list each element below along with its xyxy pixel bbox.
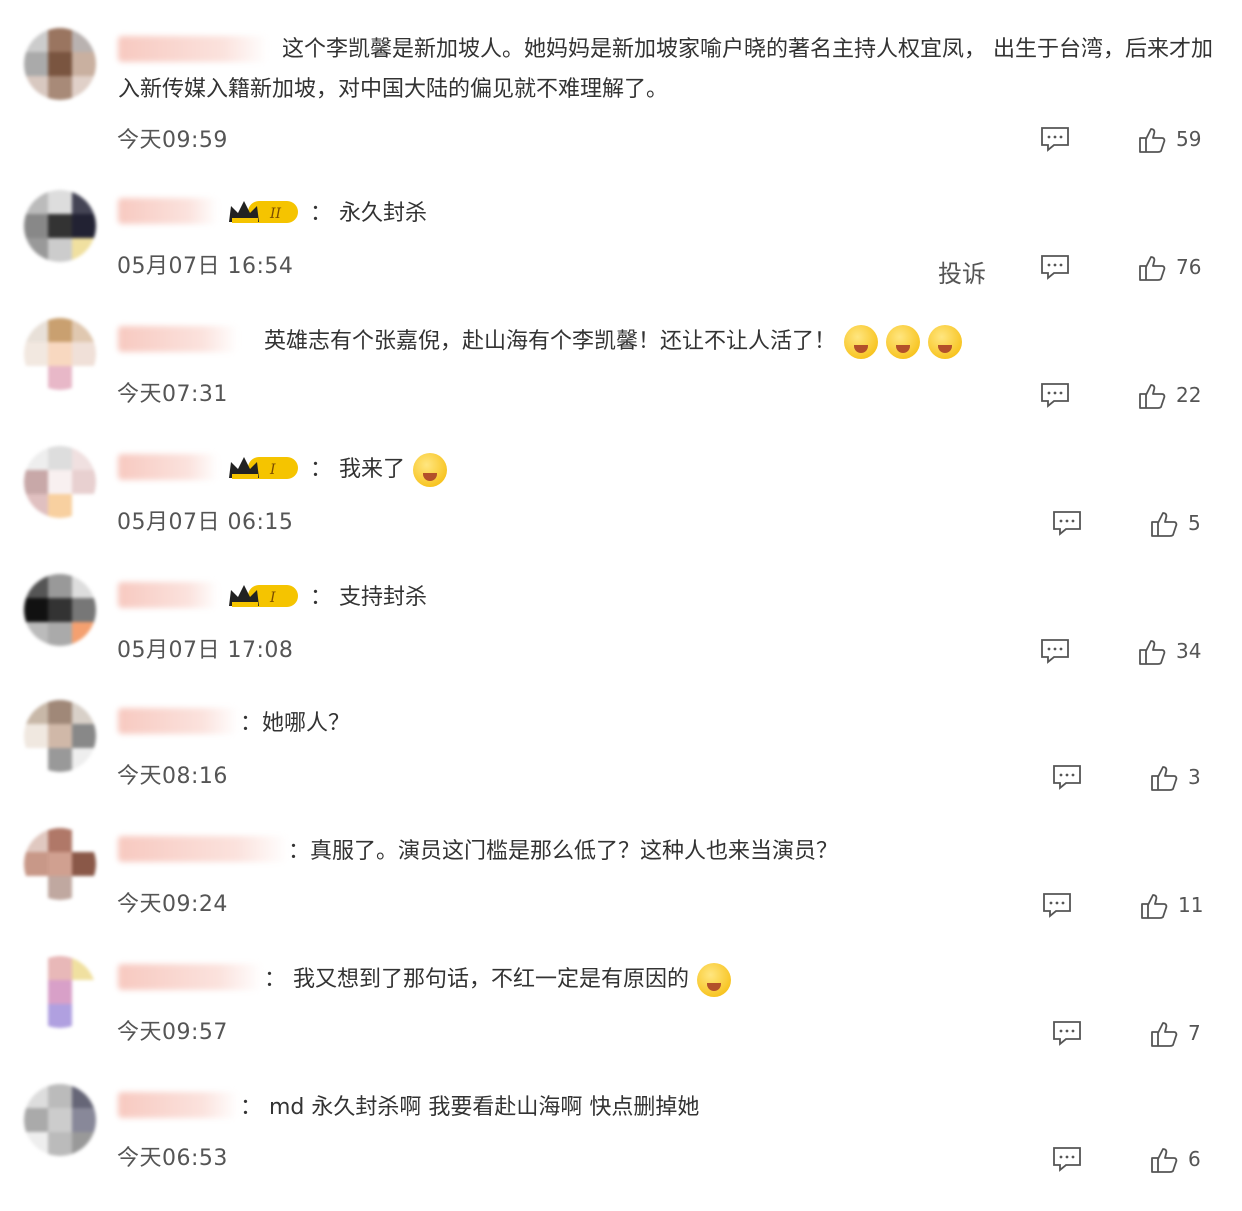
comment-item: ： md 永久封杀啊 我要看赴山海啊 快点删掉她 今天06:53 6 (0, 1084, 1242, 1211)
comment-text: ： 我来了 (310, 450, 447, 490)
comment-icon[interactable] (1052, 1020, 1082, 1046)
like-button[interactable]: 3 (1150, 764, 1240, 792)
comment-text-content: 英雄志有个张嘉倪，赴山海有个李凯馨！还让不让人活了！ (264, 329, 837, 354)
avatar[interactable] (24, 956, 96, 1028)
comment-icon[interactable] (1052, 764, 1082, 790)
comment-time: 05月07日 17:08 (117, 638, 294, 663)
thumbs-up-icon (1139, 640, 1166, 665)
avatar[interactable] (24, 1084, 96, 1156)
comment-item: ：她哪人？ 今天08:16 3 (0, 700, 1242, 827)
username-blurred[interactable] (118, 326, 238, 352)
crying-face-icon (886, 325, 921, 359)
thumbs-up-icon (1151, 766, 1178, 791)
like-count: 6 (1188, 1147, 1201, 1171)
avatar[interactable] (24, 446, 96, 518)
comment-time: 今天07:31 (117, 382, 228, 407)
comment-text: 这个李凯馨是新加坡人。她妈妈是新加坡家喻户晓的著名主持人权宜凤， 出生于台湾，后… (118, 37, 1213, 102)
crying-face-icon (928, 325, 963, 359)
like-count: 3 (1188, 765, 1201, 789)
username-blurred[interactable] (118, 964, 262, 990)
avatar[interactable] (24, 190, 96, 262)
comment-text: ： md 永久封杀啊 我要看赴山海啊 快点删掉她 (240, 1095, 700, 1120)
avatar[interactable] (24, 28, 96, 100)
thumbs-up-icon (1151, 1148, 1178, 1173)
like-button[interactable]: 34 (1138, 638, 1228, 666)
like-button[interactable]: 5 (1150, 510, 1240, 538)
username-blurred[interactable] (118, 582, 218, 608)
like-count: 5 (1188, 511, 1201, 535)
like-button[interactable]: 11 (1140, 892, 1230, 920)
comment-text: ： 永久封杀 (310, 201, 427, 226)
avatar[interactable] (24, 828, 96, 900)
comment-item: ： 我又想到了那句话，不红一定是有原因的 今天09:57 7 (0, 956, 1242, 1083)
comment-icon[interactable] (1040, 126, 1070, 152)
like-count: 34 (1176, 639, 1202, 663)
thumbs-up-icon (1151, 512, 1178, 537)
username-blurred[interactable] (118, 198, 218, 224)
comment-item: ：真服了。演员这门槛是那么低了？这种人也来当演员？ 今天09:24 11 (0, 828, 1242, 955)
laughing-face-icon (413, 453, 447, 487)
avatar[interactable] (24, 700, 96, 772)
comment-time: 今天06:53 (117, 1146, 228, 1171)
comment-text-content: ： 我来了 (310, 457, 405, 482)
svg-text:II: II (269, 206, 282, 222)
comment-time: 今天08:16 (117, 764, 228, 789)
comment-time: 今天09:57 (117, 1020, 228, 1045)
crown-badge-icon: I (229, 585, 298, 607)
comment-text: ：她哪人？ (240, 711, 351, 736)
like-count: 76 (1176, 255, 1202, 279)
comment-time: 05月07日 06:15 (117, 510, 294, 535)
comment-icon[interactable] (1040, 638, 1070, 664)
thumbs-up-icon (1139, 256, 1166, 281)
avatar[interactable] (24, 574, 96, 646)
thumbs-up-icon (1139, 384, 1166, 409)
username-blurred[interactable] (118, 708, 238, 734)
username-blurred[interactable] (118, 836, 288, 862)
like-button[interactable]: 7 (1150, 1020, 1240, 1048)
like-count: 22 (1176, 383, 1202, 407)
username-blurred[interactable] (118, 1092, 238, 1118)
thumbs-up-icon (1151, 1022, 1178, 1047)
like-button[interactable]: 76 (1138, 254, 1228, 282)
shushing-face-icon (697, 963, 731, 997)
like-button[interactable]: 22 (1138, 382, 1228, 410)
comment-item: II ： 永久封杀 05月07日 16:54 投诉 76 (0, 190, 1242, 317)
comment-list: 这个李凯馨是新加坡人。她妈妈是新加坡家喻户晓的著名主持人权宜凤， 出生于台湾，后… (0, 0, 1242, 1176)
svg-text:I: I (269, 590, 276, 606)
username-blurred[interactable] (118, 454, 218, 480)
comment-icon[interactable] (1040, 254, 1070, 280)
thumbs-up-icon (1141, 894, 1168, 919)
comment-item: 英雄志有个张嘉倪，赴山海有个李凯馨！还让不让人活了！ 今天07:31 22 (0, 318, 1242, 445)
comment-icon[interactable] (1042, 892, 1072, 918)
comment-icon[interactable] (1052, 1146, 1082, 1172)
thumbs-up-icon (1139, 128, 1166, 153)
comment-item: 这个李凯馨是新加坡人。她妈妈是新加坡家喻户晓的著名主持人权宜凤， 出生于台湾，后… (0, 28, 1242, 155)
comment-text-content: ： 我又想到了那句话，不红一定是有原因的 (264, 967, 689, 992)
report-link[interactable]: 投诉 (938, 254, 986, 289)
like-button[interactable]: 59 (1138, 126, 1228, 154)
comment-time: 05月07日 16:54 (117, 254, 294, 279)
comment-icon[interactable] (1040, 382, 1070, 408)
avatar[interactable] (24, 318, 96, 390)
like-button[interactable]: 6 (1150, 1146, 1240, 1174)
crown-badge-icon: II (229, 201, 298, 223)
comment-icon[interactable] (1052, 510, 1082, 536)
comment-text: ： 我又想到了那句话，不红一定是有原因的 (264, 960, 731, 1000)
comment-item: I ： 支持封杀 05月07日 17:08 34 (0, 574, 1242, 701)
comment-time: 今天09:24 (117, 892, 228, 917)
like-count: 11 (1178, 893, 1204, 917)
comment-text: 英雄志有个张嘉倪，赴山海有个李凯馨！还让不让人活了！ (264, 322, 963, 362)
comment-item: I ： 我来了 05月07日 06:15 5 (0, 446, 1242, 573)
like-count: 7 (1188, 1021, 1201, 1045)
crown-badge-icon: I (229, 457, 298, 479)
crying-face-icon (844, 325, 879, 359)
like-count: 59 (1176, 127, 1202, 151)
svg-text:I: I (269, 462, 276, 478)
comment-time: 今天09:59 (117, 128, 228, 153)
comment-text: ：真服了。演员这门槛是那么低了？这种人也来当演员？ (288, 839, 839, 864)
comment-text: ： 支持封杀 (310, 585, 427, 610)
